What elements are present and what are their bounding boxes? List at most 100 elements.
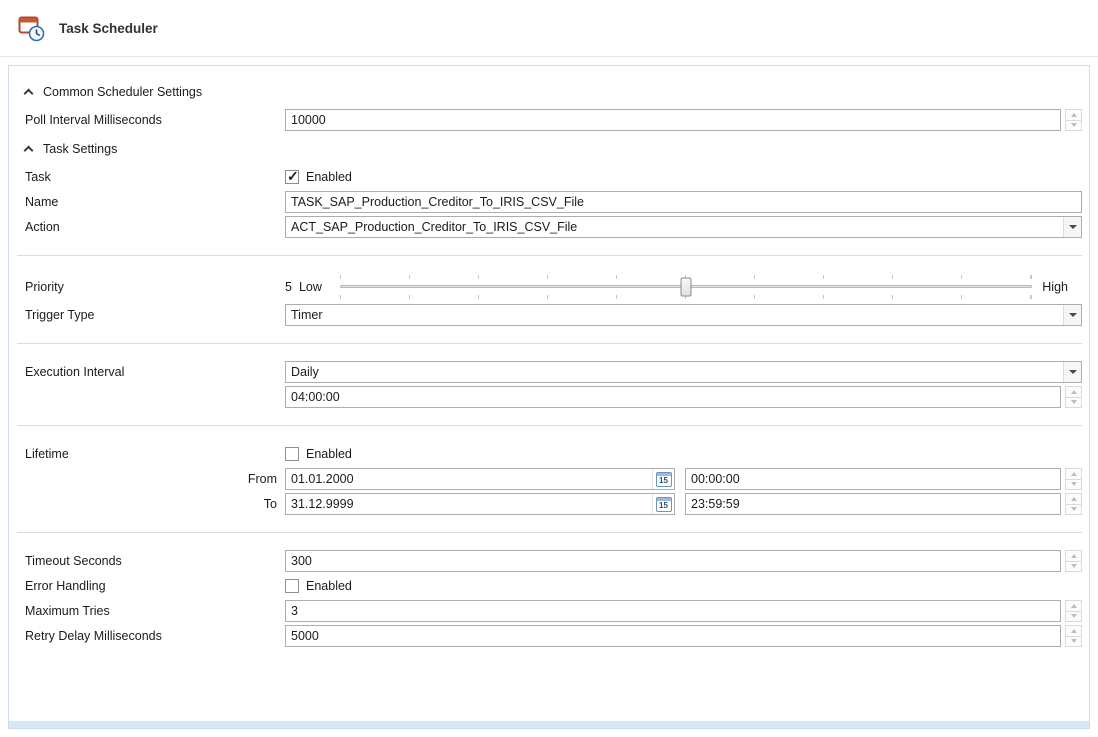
task-enabled-checkbox-label: Enabled [306,170,352,184]
page-title: Task Scheduler [59,21,158,36]
trigger-type-label: Trigger Type [25,308,285,322]
stepper-up-icon[interactable] [1065,468,1082,480]
lifetime-from-time-input[interactable] [685,468,1061,490]
priority-low-label: Low [299,280,322,294]
maximum-tries-input[interactable] [285,600,1061,622]
calendar-day: 15 [659,501,668,511]
execution-interval-row: Execution Interval Daily [25,361,1082,383]
divider [17,425,1082,426]
chevron-up-icon [24,146,34,156]
stepper-up-icon[interactable] [1065,109,1082,121]
divider [17,343,1082,344]
slider-thumb[interactable] [681,278,692,297]
lifetime-from-row: From 01.01.2000 15 [25,468,1082,490]
section-common-scheduler-settings[interactable]: Common Scheduler Settings [25,78,1082,106]
action-dropdown[interactable]: ACT_SAP_Production_Creditor_To_IRIS_CSV_… [285,216,1082,238]
priority-label: Priority [25,280,285,294]
stepper-down-icon[interactable] [1065,398,1082,409]
chevron-down-icon[interactable] [1063,305,1081,325]
retry-delay-input[interactable] [285,625,1061,647]
chevron-down-icon[interactable] [1063,362,1081,382]
error-handling-checkbox[interactable] [285,579,299,593]
numeric-stepper[interactable] [1065,386,1082,408]
error-handling-row: Error Handling Enabled [25,575,1082,597]
numeric-stepper[interactable] [1065,600,1082,622]
app-header: Task Scheduler [0,0,1098,57]
task-label: Task [25,170,285,184]
execution-time-input[interactable] [285,386,1061,408]
divider [17,255,1082,256]
execution-interval-dropdown-value: Daily [286,362,1063,382]
numeric-stepper[interactable] [1065,550,1082,572]
poll-interval-label: Poll Interval Milliseconds [25,113,285,127]
priority-value: 5 [285,280,292,294]
error-handling-checkbox-group[interactable]: Enabled [285,579,352,593]
error-handling-checkbox-label: Enabled [306,579,352,593]
execution-interval-dropdown[interactable]: Daily [285,361,1082,383]
lifetime-enabled-checkbox[interactable] [285,447,299,461]
stepper-up-icon[interactable] [1065,493,1082,505]
poll-interval-input[interactable] [285,109,1061,131]
stepper-down-icon[interactable] [1065,480,1082,491]
priority-slider[interactable]: 5 Low High [285,275,1082,299]
slider-track[interactable] [340,275,1032,299]
priority-row: Priority 5 Low High [25,273,1082,301]
timeout-label: Timeout Seconds [25,554,285,568]
name-label: Name [25,195,285,209]
divider [17,532,1082,533]
numeric-stepper[interactable] [1065,109,1082,131]
section-title: Task Settings [43,142,117,156]
trigger-type-dropdown-value: Timer [286,305,1063,325]
task-scheduler-icon [18,15,45,42]
calendar-day: 15 [659,476,668,486]
timeout-input[interactable] [285,550,1061,572]
lifetime-enabled-checkbox-group[interactable]: Enabled [285,447,352,461]
lifetime-to-date-picker[interactable]: 31.12.9999 15 [285,493,675,515]
stepper-up-icon[interactable] [1065,550,1082,562]
chevron-up-icon [24,89,34,99]
retry-delay-label: Retry Delay Milliseconds [25,629,285,643]
stepper-down-icon[interactable] [1065,505,1082,516]
numeric-stepper[interactable] [1065,625,1082,647]
lifetime-from-date-value[interactable]: 01.01.2000 [286,469,652,489]
numeric-stepper[interactable] [1065,493,1082,515]
retry-delay-row: Retry Delay Milliseconds [25,625,1082,647]
trigger-type-dropdown[interactable]: Timer [285,304,1082,326]
action-label: Action [25,220,285,234]
numeric-stepper[interactable] [1065,468,1082,490]
chevron-down-icon[interactable] [1063,217,1081,237]
stepper-down-icon[interactable] [1065,121,1082,132]
stepper-up-icon[interactable] [1065,600,1082,612]
priority-high-label: High [1042,280,1068,294]
execution-time-row [25,386,1082,408]
lifetime-label: Lifetime [25,447,285,461]
timeout-row: Timeout Seconds [25,550,1082,572]
lifetime-to-label: To [25,497,285,511]
stepper-down-icon[interactable] [1065,612,1082,623]
action-dropdown-value: ACT_SAP_Production_Creditor_To_IRIS_CSV_… [286,217,1063,237]
stepper-down-icon[interactable] [1065,562,1082,573]
section-task-settings[interactable]: Task Settings [25,135,1082,163]
execution-interval-label: Execution Interval [25,365,285,379]
lifetime-to-time-input[interactable] [685,493,1061,515]
lifetime-to-date-value[interactable]: 31.12.9999 [286,494,652,514]
task-enabled-checkbox[interactable] [285,170,299,184]
task-name-input[interactable] [285,191,1082,213]
calendar-icon[interactable]: 15 [652,494,674,514]
task-enabled-checkbox-group[interactable]: Enabled [285,170,352,184]
stepper-up-icon[interactable] [1065,386,1082,398]
trigger-type-row: Trigger Type Timer [25,304,1082,326]
lifetime-from-date-picker[interactable]: 01.01.2000 15 [285,468,675,490]
panel-bottom-accent [9,721,1089,728]
maximum-tries-row: Maximum Tries [25,600,1082,622]
lifetime-from-label: From [25,472,285,486]
poll-interval-row: Poll Interval Milliseconds [25,109,1082,131]
action-row: Action ACT_SAP_Production_Creditor_To_IR… [25,216,1082,238]
calendar-icon[interactable]: 15 [652,469,674,489]
stepper-up-icon[interactable] [1065,625,1082,637]
section-title: Common Scheduler Settings [43,85,202,99]
error-handling-label: Error Handling [25,579,285,593]
maximum-tries-label: Maximum Tries [25,604,285,618]
stepper-down-icon[interactable] [1065,637,1082,648]
settings-panel: Common Scheduler Settings Poll Interval … [8,65,1090,729]
